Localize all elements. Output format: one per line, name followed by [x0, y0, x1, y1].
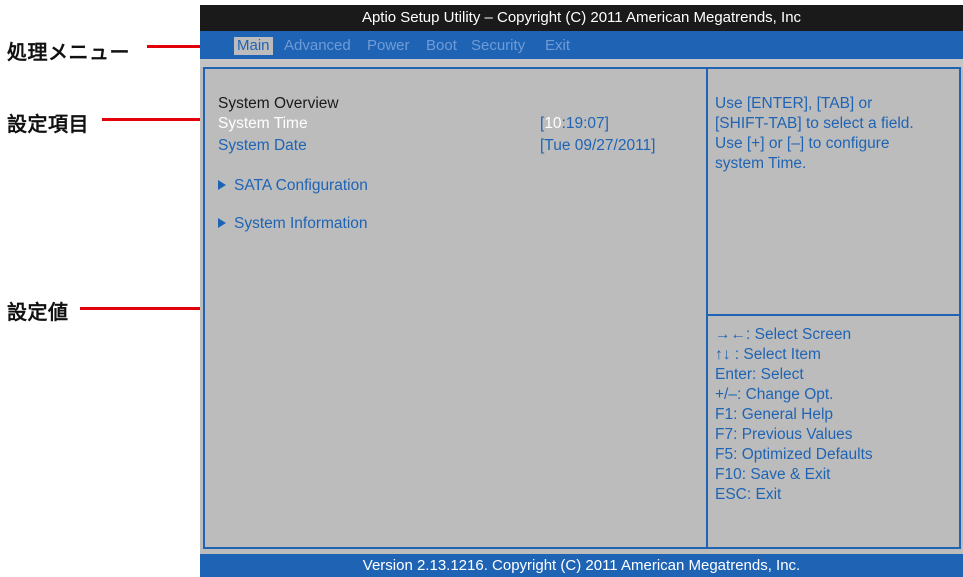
key-hint: F7: Previous Values [715, 426, 853, 443]
key-hint: F1: General Help [715, 406, 834, 423]
key-hint: Enter: Select [715, 366, 804, 383]
help-line: Use [+] or [–] to configure [715, 135, 890, 152]
key-hint: +/–: Change Opt. [715, 386, 834, 403]
system-time-hour-field[interactable]: 10 [544, 115, 561, 132]
menu-advanced[interactable]: Advanced [284, 37, 351, 55]
submenu-arrow-icon [218, 218, 226, 228]
callout-value-label: 設定値 [7, 302, 69, 324]
system-date-label[interactable]: System Date [218, 136, 307, 156]
menu-bar: Main Advanced Power Boot Security Exit [200, 31, 963, 59]
main-settings-panel: System Overview System Time [10:19:07] S… [203, 67, 708, 549]
bios-screen: Aptio Setup Utility – Copyright (C) 2011… [200, 5, 963, 577]
menu-power[interactable]: Power [367, 37, 410, 55]
help-panel: Use [ENTER], [TAB] or [SHIFT-TAB] to sel… [708, 67, 961, 549]
help-line: system Time. [715, 155, 807, 172]
menu-security[interactable]: Security [471, 37, 525, 55]
footer-version: Version 2.13.1216. Copyright (C) 2011 Am… [200, 554, 963, 577]
key-hint: →←: Select Screen [715, 326, 852, 343]
help-line: [SHIFT-TAB] to select a field. [715, 115, 914, 132]
menu-main[interactable]: Main [234, 37, 273, 55]
callout-item-label: 設定項目 [7, 114, 89, 136]
help-line: Use [ENTER], [TAB] or [715, 95, 873, 112]
submenu-sata-label: SATA Configuration [234, 177, 368, 194]
system-overview-label: System Overview [218, 95, 339, 112]
system-time-value[interactable]: [10:19:07] [540, 114, 609, 134]
submenu-sysinfo-label: System Information [234, 215, 368, 232]
system-time-label[interactable]: System Time [218, 114, 308, 134]
key-hint: F5: Optimized Defaults [715, 446, 873, 463]
help-divider [708, 314, 959, 316]
submenu-sata-configuration[interactable]: SATA Configuration [218, 176, 368, 196]
key-hint: F10: Save & Exit [715, 466, 831, 483]
key-hint: ↑↓ : Select Item [715, 346, 821, 363]
menu-strip [200, 59, 963, 67]
title-bar: Aptio Setup Utility – Copyright (C) 2011… [200, 5, 963, 31]
submenu-arrow-icon [218, 180, 226, 190]
callout-menu-label: 処理メニュー [7, 42, 130, 64]
submenu-system-information[interactable]: System Information [218, 214, 368, 234]
menu-exit[interactable]: Exit [545, 37, 570, 55]
menu-boot[interactable]: Boot [426, 37, 457, 55]
key-hint: ESC: Exit [715, 486, 782, 503]
system-date-value[interactable]: [Tue 09/27/2011] [540, 136, 655, 156]
